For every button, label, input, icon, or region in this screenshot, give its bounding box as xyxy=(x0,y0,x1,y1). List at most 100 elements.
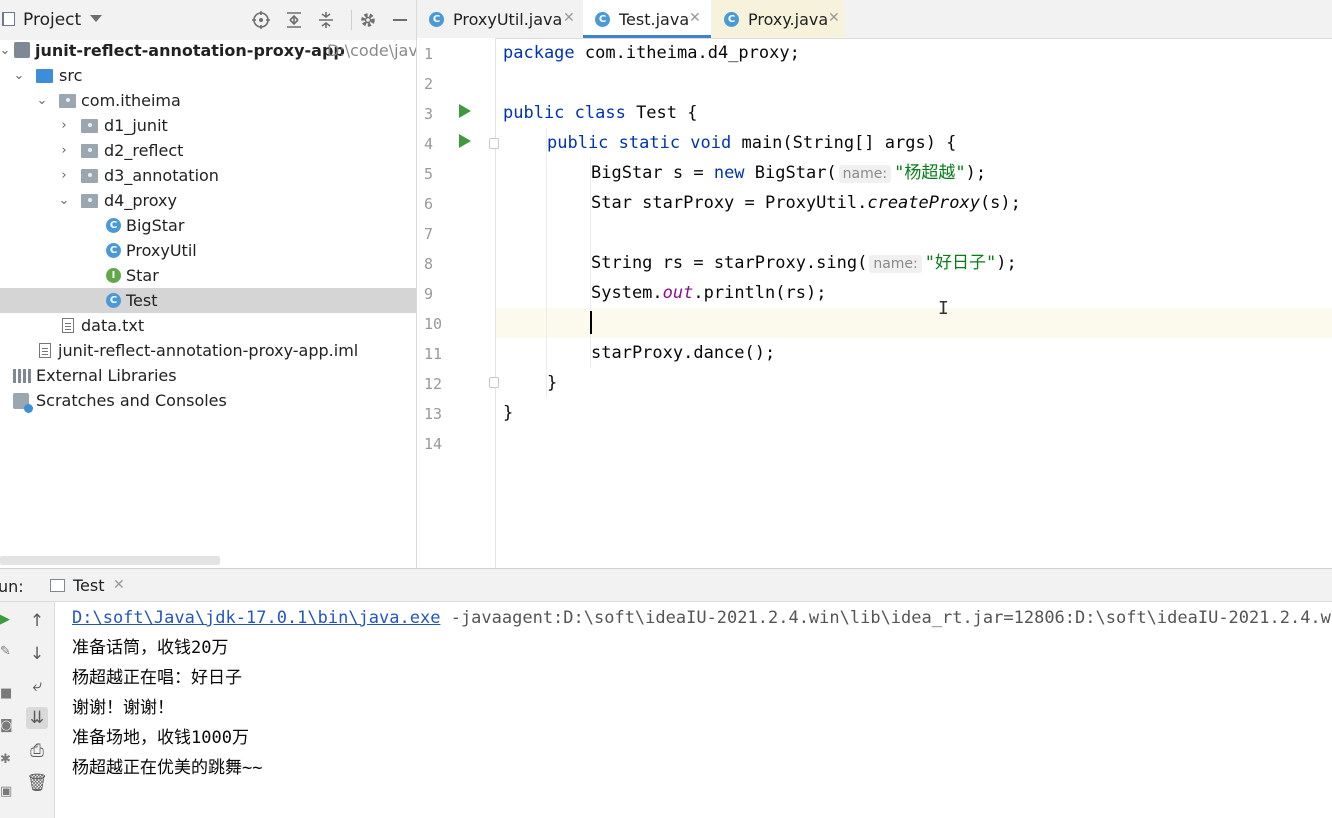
expand-all-icon[interactable] xyxy=(284,10,304,30)
run-tool-window-bar: un: Test ✕ xyxy=(0,568,1332,602)
chevron-down-icon[interactable]: ⌄ xyxy=(57,188,71,213)
tree-item-label: Scratches and Consoles xyxy=(36,391,227,410)
project-panel-header: Project xyxy=(0,0,416,40)
console-line: 谢谢！谢谢！ xyxy=(72,698,174,718)
gear-icon[interactable] xyxy=(358,10,378,30)
module-file-icon xyxy=(39,343,51,358)
console-output[interactable]: D:\soft\Java\jdk-17.0.1\bin\java.exe -ja… xyxy=(55,602,1332,818)
indent-guide xyxy=(546,128,547,398)
package-icon xyxy=(81,119,98,133)
tab-proxy[interactable]: C Proxy.java ✕ xyxy=(712,0,844,38)
tree-item-label: d2_reflect xyxy=(104,141,184,160)
chevron-right-icon[interactable]: › xyxy=(57,138,71,163)
chevron-down-icon[interactable]: ⌄ xyxy=(0,38,12,63)
restore-layout-icon[interactable]: ▣ xyxy=(0,784,14,800)
rerun-icon[interactable]: ▶ xyxy=(0,612,14,628)
close-icon[interactable]: ✕ xyxy=(689,10,701,26)
run-console-toolbar: ↑ ↓ ⤶ ⇊ ⎙ 🗑 xyxy=(20,602,55,818)
class-icon: C xyxy=(106,243,121,258)
tree-item-d2-reflect[interactable]: › d2_reflect xyxy=(0,138,416,163)
tree-item-test[interactable]: C Test xyxy=(0,288,416,313)
tree-item-label: junit-reflect-annotation-proxy-app xyxy=(35,41,345,60)
runnable-class-icon: C xyxy=(106,293,121,308)
module-icon xyxy=(14,42,30,58)
run-main-icon[interactable] xyxy=(459,134,471,148)
minimize-icon[interactable] xyxy=(390,10,410,30)
tree-item-src[interactable]: ⌄ src xyxy=(0,63,416,88)
project-view-icon xyxy=(2,12,15,26)
trash-icon[interactable]: 🗑 xyxy=(26,772,48,794)
collapse-all-icon[interactable] xyxy=(316,10,336,30)
tab-test[interactable]: C Test.java ✕ xyxy=(583,0,711,38)
console-icon xyxy=(50,579,65,592)
code-line-11: starProxy.dance(); xyxy=(591,343,776,363)
locate-file-icon[interactable] xyxy=(251,10,271,30)
chevron-down-icon[interactable]: ⌄ xyxy=(35,88,49,113)
tree-item-label: External Libraries xyxy=(36,366,177,385)
tree-item-com-itheima[interactable]: ⌄ com.itheima xyxy=(0,88,416,113)
java-exe-link[interactable]: D:\soft\Java\jdk-17.0.1\bin\java.exe xyxy=(72,608,440,628)
close-icon[interactable]: ✕ xyxy=(828,10,840,26)
code-editor[interactable]: package com.itheima.d4_proxy; public cla… xyxy=(496,38,1332,568)
source-folder-icon xyxy=(36,69,53,83)
package-icon xyxy=(81,144,98,158)
tree-item-bigstar[interactable]: C BigStar xyxy=(0,213,416,238)
tree-item-d1-junit[interactable]: › d1_junit xyxy=(0,113,416,138)
stop-icon[interactable]: ■ xyxy=(0,686,14,702)
chevron-down-icon[interactable]: ⌄ xyxy=(12,63,26,88)
tree-item-d4-proxy[interactable]: ⌄ d4_proxy xyxy=(0,188,416,213)
line-number: 3 xyxy=(424,105,434,123)
horizontal-scrollbar[interactable] xyxy=(0,556,220,565)
tree-item-label: Star xyxy=(126,266,159,285)
text-file-icon xyxy=(62,318,74,333)
code-line-3: public class Test { xyxy=(503,103,698,123)
project-panel-title[interactable]: Project xyxy=(23,10,81,30)
settings-icon[interactable]: ✱ xyxy=(0,752,14,768)
code-line-1: package com.itheima.d4_proxy; xyxy=(503,43,800,63)
line-number: 2 xyxy=(424,75,434,93)
class-icon: C xyxy=(429,12,444,27)
chevron-right-icon[interactable]: › xyxy=(57,113,71,138)
chevron-down-icon[interactable] xyxy=(90,15,102,22)
tree-item-module[interactable]: ⌄ junit-reflect-annotation-proxy-app D:\… xyxy=(0,38,416,63)
mouse-ibeam-icon: I xyxy=(938,298,949,319)
editor-gutter: 1 2 3 4 5 6 7 8 9 10 11 12 13 14 xyxy=(417,38,496,568)
chevron-right-icon[interactable]: › xyxy=(57,163,71,188)
code-line-4: public static void main(String[] args) { xyxy=(547,133,957,153)
close-icon[interactable]: ✕ xyxy=(113,577,125,593)
soft-wrap-icon[interactable]: ⤶ xyxy=(26,675,48,697)
console-line: 准备话筒，收钱20万 xyxy=(72,638,229,658)
scroll-to-end-icon[interactable]: ⇊ xyxy=(26,707,48,729)
tab-proxyutil[interactable]: C ProxyUtil.java ✕ xyxy=(417,0,582,38)
tree-item-star[interactable]: I Star xyxy=(0,263,416,288)
line-number: 11 xyxy=(424,345,443,363)
line-number: 9 xyxy=(424,285,434,303)
parameter-hint: name: xyxy=(838,165,892,183)
camera-icon[interactable]: ◙ xyxy=(0,718,14,734)
tree-item-proxyutil[interactable]: C ProxyUtil xyxy=(0,238,416,263)
run-class-icon[interactable] xyxy=(459,104,471,118)
arrow-up-icon[interactable]: ↑ xyxy=(26,610,48,632)
close-icon[interactable]: ✕ xyxy=(563,10,575,26)
line-number: 10 xyxy=(424,315,443,333)
tree-item-data-txt[interactable]: data.txt xyxy=(0,313,416,338)
line-number: 13 xyxy=(424,405,443,423)
wrench-icon[interactable]: ✎ xyxy=(0,644,14,660)
tree-item-d3-annotation[interactable]: › d3_annotation xyxy=(0,163,416,188)
tree-item-external-libraries[interactable]: External Libraries xyxy=(0,363,416,388)
line-number: 6 xyxy=(424,195,434,213)
line-number: 4 xyxy=(424,135,434,153)
tree-item-label: d4_proxy xyxy=(104,191,177,210)
tree-item-scratches[interactable]: Scratches and Consoles xyxy=(0,388,416,413)
code-line-9: System.out.println(rs); xyxy=(591,283,827,303)
class-icon: C xyxy=(724,12,739,27)
library-icon xyxy=(13,369,31,383)
arrow-down-icon[interactable]: ↓ xyxy=(26,643,48,665)
parameter-hint: name: xyxy=(869,255,922,273)
print-icon[interactable]: ⎙ xyxy=(26,740,48,762)
tree-item-iml[interactable]: junit-reflect-annotation-proxy-app.iml xyxy=(0,338,416,363)
header-divider xyxy=(351,10,352,30)
package-icon xyxy=(81,194,98,208)
code-line-13: } xyxy=(503,403,514,423)
run-tab-test[interactable]: Test ✕ xyxy=(45,569,133,602)
